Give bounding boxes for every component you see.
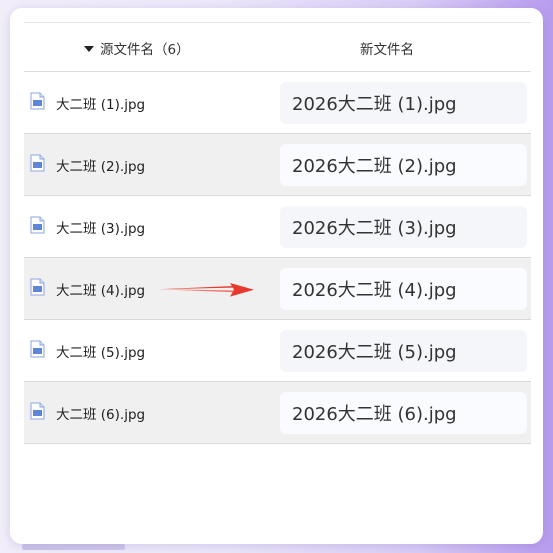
new-file-name: 2026大二班 (2).jpg (292, 156, 457, 177)
source-file-name: 大二班 (6).jpg (56, 407, 146, 423)
table-row[interactable]: 大二班 (1).jpg 2026大二班 (1).jpg (24, 72, 531, 134)
table-row[interactable]: 大二班 (2).jpg 2026大二班 (2).jpg (24, 134, 531, 196)
new-file-name: 2026大二班 (1).jpg (292, 94, 457, 115)
source-name-header-label: 源文件名（6） (100, 42, 190, 58)
background-strip (22, 544, 125, 550)
source-file-name: 大二班 (5).jpg (56, 345, 146, 361)
new-file-name-field[interactable]: 2026大二班 (4).jpg (280, 268, 527, 310)
table-row[interactable]: 大二班 (4).jpg 2026大二班 (4).jpg (24, 258, 531, 320)
source-file-name: 大二班 (4).jpg (56, 283, 146, 299)
source-file-name: 大二班 (3).jpg (56, 221, 146, 237)
rename-table: 新文件名 源文件名（6） 大二班 (1).jpg 2026大二班 (1).jpg (24, 22, 531, 534)
new-file-name: 2026大二班 (4).jpg (292, 280, 457, 301)
new-name-header-label: 新文件名 (360, 42, 414, 58)
source-file-name: 大二班 (1).jpg (56, 97, 146, 113)
image-file-icon (30, 216, 45, 234)
image-file-icon (30, 278, 45, 296)
new-file-name-field[interactable]: 2026大二班 (1).jpg (280, 82, 527, 124)
table-empty-area (24, 444, 531, 534)
new-file-name-field[interactable]: 2026大二班 (5).jpg (280, 330, 527, 372)
table-row[interactable]: 大二班 (3).jpg 2026大二班 (3).jpg (24, 196, 531, 258)
new-file-name-field[interactable]: 2026大二班 (6).jpg (280, 392, 527, 434)
table-row[interactable]: 大二班 (6).jpg 2026大二班 (6).jpg (24, 382, 531, 444)
image-file-icon (30, 402, 45, 420)
rename-preview-panel: 新文件名 源文件名（6） 大二班 (1).jpg 2026大二班 (1).jpg (10, 8, 543, 544)
new-file-name: 2026大二班 (3).jpg (292, 218, 457, 239)
table-header: 新文件名 源文件名（6） (24, 22, 531, 72)
table-row[interactable]: 大二班 (5).jpg 2026大二班 (5).jpg (24, 320, 531, 382)
source-name-column-header[interactable]: 源文件名（6） (84, 23, 190, 73)
new-file-name-field[interactable]: 2026大二班 (2).jpg (280, 144, 527, 186)
image-file-icon (30, 340, 45, 358)
source-file-name: 大二班 (2).jpg (56, 159, 146, 175)
caret-down-icon (84, 45, 94, 52)
image-file-icon (30, 154, 45, 172)
image-file-icon (30, 92, 45, 110)
new-file-name: 2026大二班 (5).jpg (292, 342, 457, 363)
new-file-name-field[interactable]: 2026大二班 (3).jpg (280, 206, 527, 248)
new-file-name: 2026大二班 (6).jpg (292, 404, 457, 425)
